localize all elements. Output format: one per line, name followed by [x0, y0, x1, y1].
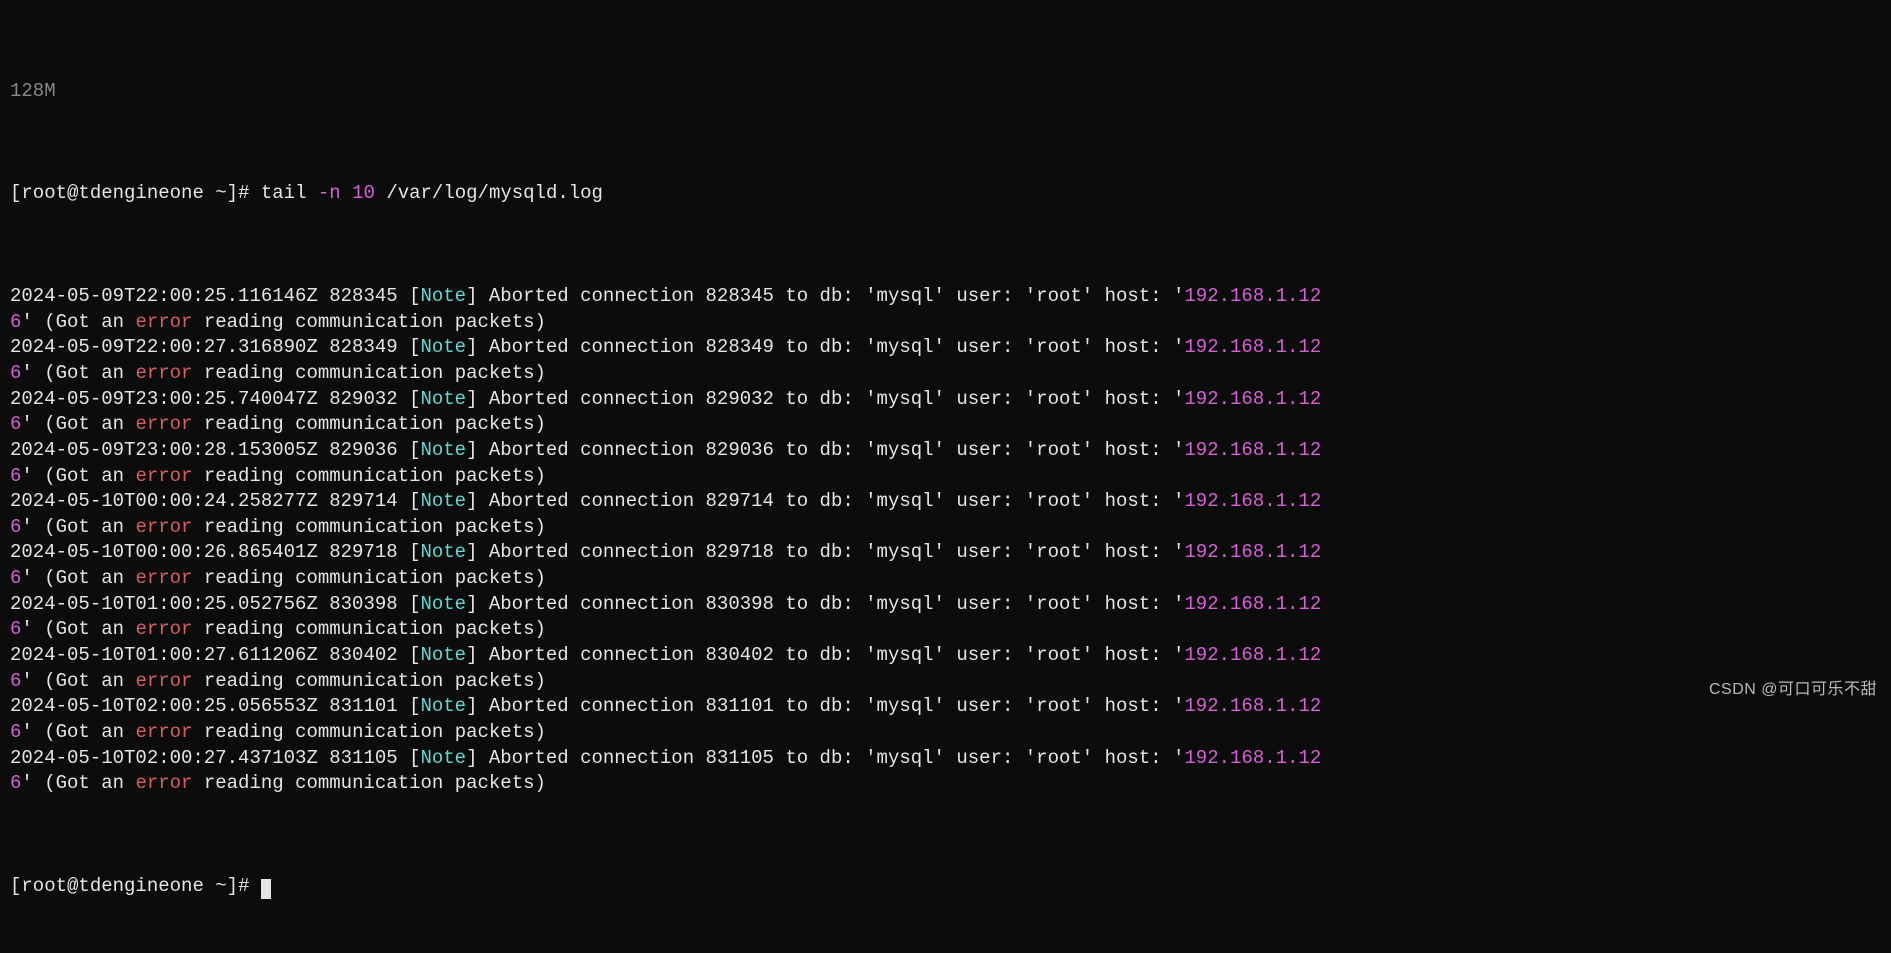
log-level: Note [420, 593, 466, 615]
log-line: 2024-05-10T02:00:27.437103Z 831105 [Note… [10, 746, 1881, 772]
log-error-word: error [135, 772, 192, 794]
log-line: 2024-05-10T01:00:25.052756Z 830398 [Note… [10, 592, 1881, 618]
scrollback-fragment: 128M [10, 79, 1881, 105]
log-level: Note [420, 695, 466, 717]
log-line: 2024-05-10T01:00:27.611206Z 830402 [Note… [10, 643, 1881, 669]
log-line-wrap: 6' (Got an error reading communication p… [10, 361, 1881, 387]
log-ip: 192.168.1.12 [1184, 695, 1321, 717]
log-ip: 192.168.1.12 [1184, 490, 1321, 512]
terminal-output[interactable]: 128M [root@tdengineone ~]# tail -n 10 /v… [0, 0, 1891, 953]
log-level: Note [420, 285, 466, 307]
log-line-wrap: 6' (Got an error reading communication p… [10, 464, 1881, 490]
watermark: CSDN @可口可乐不甜 [1709, 679, 1877, 701]
log-error-word: error [135, 618, 192, 640]
log-line-wrap: 6' (Got an error reading communication p… [10, 617, 1881, 643]
log-line-wrap: 6' (Got an error reading communication p… [10, 310, 1881, 336]
log-ip: 192.168.1.12 [1184, 439, 1321, 461]
log-error-word: error [135, 567, 192, 589]
log-line-wrap: 6' (Got an error reading communication p… [10, 771, 1881, 797]
log-level: Note [420, 644, 466, 666]
log-error-word: error [135, 311, 192, 333]
log-line-wrap: 6' (Got an error reading communication p… [10, 566, 1881, 592]
log-level: Note [420, 490, 466, 512]
log-line: 2024-05-09T22:00:27.316890Z 828349 [Note… [10, 335, 1881, 361]
log-ip: 192.168.1.12 [1184, 593, 1321, 615]
log-error-word: error [135, 670, 192, 692]
log-ip: 192.168.1.12 [1184, 644, 1321, 666]
log-level: Note [420, 541, 466, 563]
log-level: Note [420, 439, 466, 461]
log-ip: 192.168.1.12 [1184, 388, 1321, 410]
log-ip: 192.168.1.12 [1184, 541, 1321, 563]
command-path: /var/log/mysqld.log [386, 182, 603, 204]
log-line: 2024-05-09T23:00:25.740047Z 829032 [Note… [10, 387, 1881, 413]
log-error-word: error [135, 362, 192, 384]
log-line: 2024-05-10T00:00:26.865401Z 829718 [Note… [10, 540, 1881, 566]
log-level: Note [420, 336, 466, 358]
prompt-host: tdengineone [78, 182, 203, 204]
log-ip: 192.168.1.12 [1184, 285, 1321, 307]
log-error-word: error [135, 721, 192, 743]
prompt-line-2[interactable]: [root@tdengineone ~]# [10, 874, 1881, 900]
log-line-wrap: 6' (Got an error reading communication p… [10, 720, 1881, 746]
prompt-user: root [21, 182, 67, 204]
command-name: tail [261, 182, 307, 204]
prompt-cwd: ~ [215, 182, 226, 204]
log-level: Note [420, 388, 466, 410]
log-line-wrap: 6' (Got an error reading communication p… [10, 515, 1881, 541]
log-error-word: error [135, 516, 192, 538]
log-line-wrap: 6' (Got an error reading communication p… [10, 412, 1881, 438]
log-line: 2024-05-09T23:00:28.153005Z 829036 [Note… [10, 438, 1881, 464]
log-line: 2024-05-09T22:00:25.116146Z 828345 [Note… [10, 284, 1881, 310]
prompt-line-1: [root@tdengineone ~]# tail -n 10 /var/lo… [10, 181, 1881, 207]
log-line: 2024-05-10T02:00:25.056553Z 831101 [Note… [10, 694, 1881, 720]
cursor-icon [261, 879, 271, 899]
log-ip: 192.168.1.12 [1184, 747, 1321, 769]
command-flag: -n [318, 182, 341, 204]
log-level: Note [420, 747, 466, 769]
log-ip: 192.168.1.12 [1184, 336, 1321, 358]
log-error-word: error [135, 465, 192, 487]
command-n: 10 [352, 182, 375, 204]
log-line-wrap: 6' (Got an error reading communication p… [10, 669, 1881, 695]
log-line: 2024-05-10T00:00:24.258277Z 829714 [Note… [10, 489, 1881, 515]
log-error-word: error [135, 413, 192, 435]
prompt-sigil: # [238, 182, 249, 204]
